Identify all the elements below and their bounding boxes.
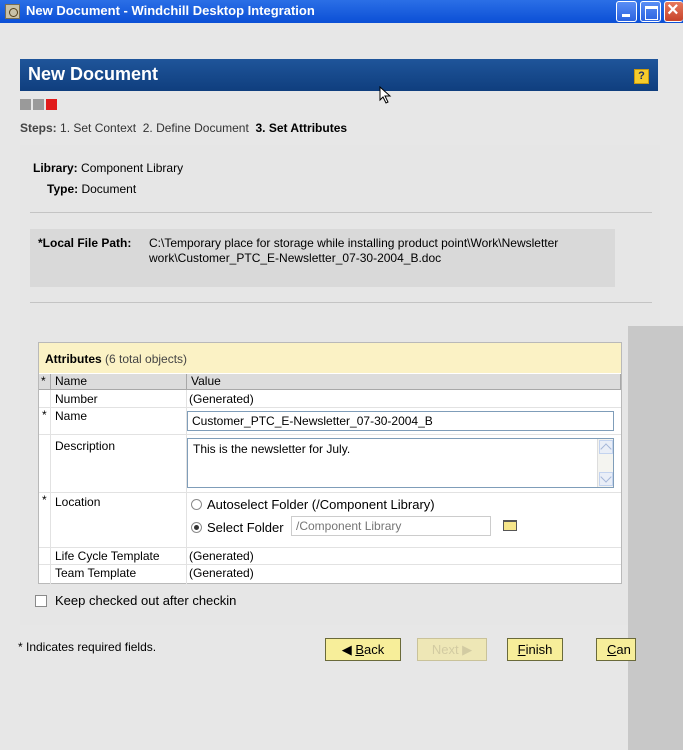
row-name: Number (55, 392, 98, 406)
autoselect-folder-label: Autoselect Folder (/Component Library) (207, 497, 435, 512)
scroll-down-icon[interactable] (599, 472, 613, 486)
required-marker: * (42, 493, 47, 507)
folder-browse-icon[interactable] (503, 520, 517, 531)
row-name: Location (55, 495, 101, 509)
maximize-button[interactable] (640, 1, 661, 22)
required-marker: * (42, 408, 47, 422)
row-name: Team Template (55, 566, 137, 580)
close-button[interactable] (664, 0, 683, 22)
context-library: Library: Component Library (33, 161, 183, 175)
divider (30, 212, 652, 213)
select-folder-radio[interactable] (191, 522, 202, 533)
finish-button[interactable]: Finish (507, 638, 563, 661)
cancel-button[interactable]: Can (596, 638, 636, 661)
library-label: Library: (33, 161, 78, 175)
autoselect-folder-radio[interactable] (191, 499, 202, 510)
steps-label: Steps: (20, 121, 57, 135)
description-scrollbar[interactable] (597, 439, 613, 487)
step-2: 2. Define Document (142, 121, 249, 135)
step-indicator-2 (33, 99, 44, 110)
step-3-current: 3. Set Attributes (255, 121, 348, 135)
step-1: 1. Set Context (60, 121, 137, 135)
help-icon[interactable]: ? (634, 69, 649, 84)
context-type: Type: Document (47, 182, 136, 196)
next-button[interactable]: Next ▶ (417, 638, 487, 661)
row-name-field: * Name (39, 408, 621, 435)
attributes-title: Attributes (6 total objects) (39, 343, 621, 373)
folder-path-input[interactable] (291, 516, 491, 536)
row-team: Team Template (Generated) (39, 565, 621, 582)
minimize-button[interactable] (616, 1, 637, 22)
type-value: Document (81, 182, 137, 196)
row-location: * Location Autoselect Folder (/Component… (39, 493, 621, 548)
back-button[interactable]: ◀ Back (325, 638, 401, 661)
row-description: Description This is the newsletter for J… (39, 435, 621, 493)
row-name: Name (55, 409, 88, 423)
app-icon (5, 4, 20, 19)
divider (30, 302, 652, 303)
row-number: Number (Generated) (39, 391, 621, 408)
side-strip (628, 326, 683, 750)
local-file-path-label: *Local File Path: (38, 236, 132, 250)
row-value: (Generated) (189, 549, 254, 563)
page-header: New Document ? (20, 59, 658, 91)
description-textarea[interactable]: This is the newsletter for July. (187, 438, 614, 488)
attributes-table: Attributes (6 total objects) * Name Valu… (38, 342, 622, 584)
title-bar: New Document - Windchill Desktop Integra… (0, 0, 683, 23)
window: New Document - Windchill Desktop Integra… (0, 0, 683, 750)
step-indicator-1 (20, 99, 31, 110)
step-indicator-3-current (46, 99, 57, 110)
name-input[interactable] (187, 411, 614, 431)
keep-checked-out-checkbox[interactable] (35, 595, 47, 607)
window-title: New Document - Windchill Desktop Integra… (26, 3, 315, 18)
steps-breadcrumb: Steps: 1. Set Context 2. Define Document… (20, 121, 347, 135)
row-value: (Generated) (189, 566, 254, 580)
column-header-name[interactable]: Name (51, 374, 187, 390)
select-folder-label: Select Folder (207, 520, 284, 535)
library-value: Component Library (81, 161, 184, 175)
required-fields-note: * Indicates required fields. (18, 640, 157, 654)
attributes-label: Attributes (45, 352, 102, 366)
description-text: This is the newsletter for July. (193, 442, 351, 456)
mouse-cursor-icon (379, 86, 392, 104)
type-label: Type: (47, 182, 79, 196)
row-name: Life Cycle Template (55, 549, 160, 563)
attributes-count: (6 total objects) (105, 352, 188, 366)
local-file-path-value: C:\Temporary place for storage while ins… (149, 236, 559, 265)
row-lifecycle: Life Cycle Template (Generated) (39, 548, 621, 565)
row-name: Description (55, 439, 116, 453)
scroll-up-icon[interactable] (599, 440, 613, 454)
row-value: (Generated) (189, 392, 254, 406)
keep-checked-out-label[interactable]: Keep checked out after checkin (55, 593, 236, 608)
column-header-value[interactable]: Value (187, 374, 621, 390)
column-header-required: * (39, 374, 51, 390)
page-title: New Document (28, 64, 159, 84)
